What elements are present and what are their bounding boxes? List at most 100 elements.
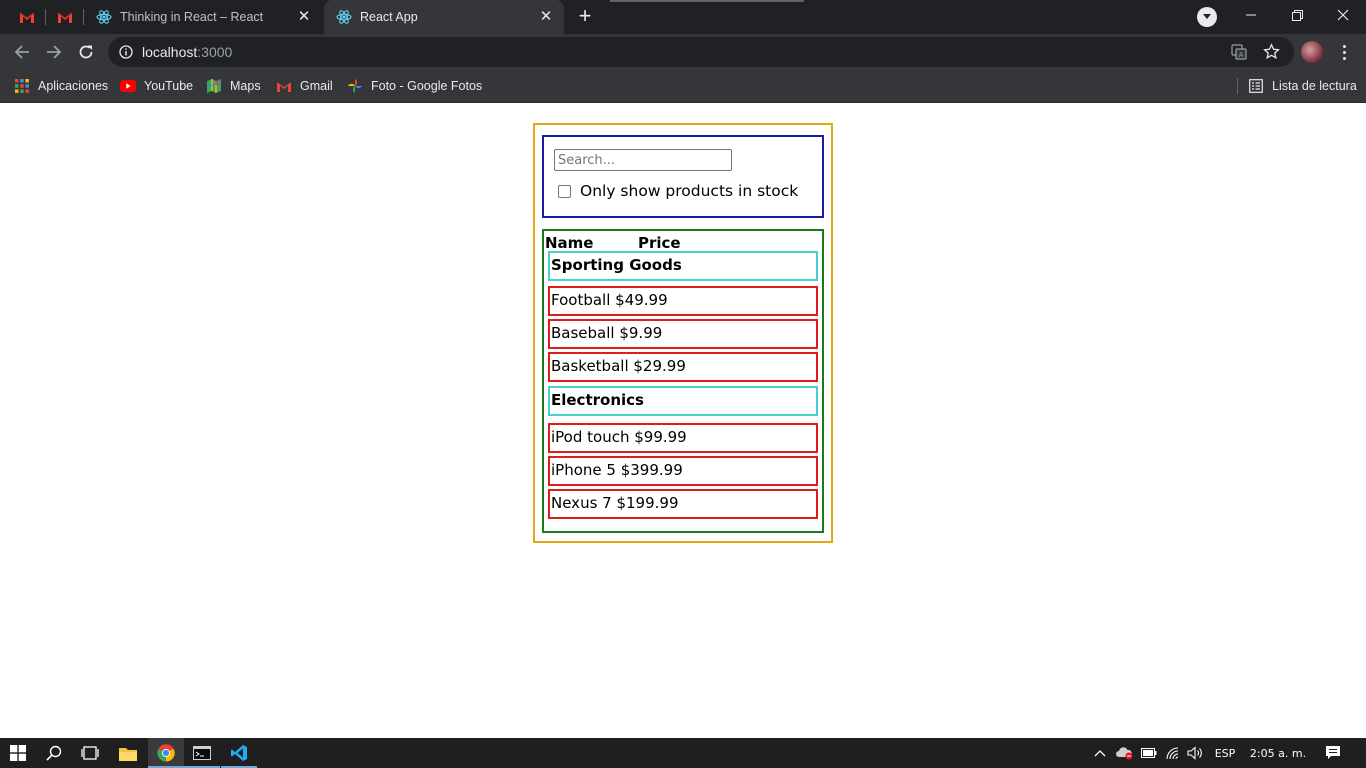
input-language-indicator[interactable]: ESP — [1208, 738, 1242, 768]
google-photos-icon — [347, 78, 363, 94]
react-logo-icon — [336, 10, 352, 24]
wifi-tray-icon[interactable] — [1162, 738, 1184, 768]
minimize-button[interactable] — [1228, 0, 1274, 30]
file-explorer-button[interactable] — [110, 738, 146, 768]
tab-title: Thinking in React – React — [120, 10, 264, 24]
minimize-icon — [1246, 14, 1256, 16]
address-bar[interactable]: localhost:3000 A — [108, 37, 1294, 67]
task-view-button[interactable] — [72, 738, 108, 768]
gmail-icon — [57, 12, 73, 23]
cloud-icon — [1116, 747, 1133, 760]
tab-close-icon[interactable]: ✕ — [538, 9, 554, 25]
product-row: iPod touch $99.99 — [548, 423, 818, 453]
reading-list-button[interactable]: Lista de lectura — [1237, 76, 1357, 96]
bookmark-google-photos[interactable]: Foto - Google Fotos — [347, 76, 482, 96]
tab-title: React App — [360, 10, 418, 24]
search-button[interactable] — [36, 738, 72, 768]
url-host: localhost — [142, 44, 198, 60]
bookmark-maps[interactable]: Maps — [206, 76, 261, 96]
tab-search-button[interactable] — [1197, 7, 1217, 27]
tab-strip-highlight — [610, 0, 804, 2]
windows-taskbar: ESP 2:05 a. m. — [0, 738, 1366, 768]
vscode-taskbar-button[interactable] — [221, 738, 257, 768]
battery-icon — [1141, 748, 1157, 758]
reload-icon — [79, 45, 93, 59]
arrow-left-icon — [14, 45, 29, 59]
restore-button[interactable] — [1274, 0, 1320, 30]
notifications-icon — [1326, 746, 1340, 759]
back-button[interactable] — [10, 40, 34, 64]
wifi-icon — [1166, 747, 1179, 760]
onedrive-tray-icon[interactable] — [1112, 738, 1136, 768]
reading-list-icon — [1249, 79, 1263, 93]
action-center-button[interactable] — [1320, 738, 1346, 768]
show-hidden-icons-button[interactable] — [1090, 738, 1110, 768]
in-stock-label: Only show products in stock — [580, 182, 799, 200]
maps-icon — [206, 78, 222, 94]
bookmark-label: Foto - Google Fotos — [371, 79, 483, 93]
taskbar-clock[interactable]: 2:05 a. m. — [1246, 738, 1310, 768]
url-text: localhost:3000 — [142, 44, 232, 60]
info-icon[interactable] — [119, 45, 133, 59]
browser-tab-strip: Thinking in React – React ✕ React App ✕ … — [0, 0, 1366, 34]
category-row-electronics: Electronics — [548, 386, 818, 416]
arrow-right-icon — [47, 45, 62, 59]
close-icon — [1337, 9, 1349, 21]
bookmark-gmail[interactable]: Gmail — [276, 76, 333, 96]
bookmark-star-icon[interactable] — [1263, 43, 1280, 60]
chevron-down-icon — [1203, 14, 1211, 19]
browser-menu-button[interactable] — [1336, 42, 1352, 62]
tab-pinned-gmail-1[interactable] — [8, 0, 46, 34]
bookmarks-bar: Aplicaciones YouTube Maps Gmail Foto - G… — [0, 70, 1366, 103]
product-row: Basketball $29.99 — [548, 352, 818, 382]
product-row: iPhone 5 $399.99 — [548, 456, 818, 486]
search-input[interactable] — [554, 149, 732, 171]
product-table: Name Price Sporting Goods Football $49.9… — [542, 229, 824, 533]
chrome-icon — [157, 744, 175, 762]
in-stock-checkbox[interactable] — [558, 184, 571, 198]
filterable-product-table: Only show products in stock Name Price S… — [533, 123, 833, 543]
bookmark-label: YouTube — [144, 79, 194, 93]
terminal-icon — [193, 746, 211, 760]
folder-icon — [119, 747, 137, 761]
speaker-icon — [1187, 746, 1202, 760]
svg-text:A: A — [1239, 51, 1244, 59]
forward-button[interactable] — [42, 40, 66, 64]
react-logo-icon — [96, 10, 112, 24]
bookmark-label: Maps — [230, 79, 261, 93]
volume-tray-icon[interactable] — [1184, 738, 1206, 768]
url-port: :3000 — [197, 44, 233, 60]
windows-logo-icon — [10, 745, 26, 761]
reading-list-label: Lista de lectura — [1272, 79, 1357, 93]
terminal-taskbar-button[interactable] — [184, 738, 220, 768]
chrome-taskbar-button[interactable] — [148, 738, 184, 768]
tab-react-app[interactable]: React App ✕ — [324, 0, 564, 34]
gmail-icon — [276, 78, 292, 94]
translate-icon[interactable]: A — [1231, 44, 1247, 60]
category-row-sporting-goods: Sporting Goods — [548, 251, 818, 281]
tab-thinking-in-react[interactable]: Thinking in React – React ✕ — [84, 0, 322, 34]
task-view-icon — [81, 746, 99, 760]
battery-tray-icon[interactable] — [1138, 738, 1160, 768]
youtube-icon — [120, 78, 136, 94]
bookmark-youtube[interactable]: YouTube — [120, 76, 193, 96]
search-icon — [46, 745, 62, 761]
new-tab-button[interactable]: + — [573, 5, 597, 29]
reload-button[interactable] — [74, 40, 98, 64]
tab-close-icon[interactable]: ✕ — [296, 9, 312, 25]
start-button[interactable] — [0, 738, 36, 768]
tab-pinned-gmail-2[interactable] — [46, 0, 84, 34]
search-bar: Only show products in stock — [542, 135, 824, 218]
product-row: Nexus 7 $199.99 — [548, 489, 818, 519]
profile-avatar[interactable] — [1301, 41, 1323, 63]
page-viewport: Only show products in stock Name Price S… — [0, 103, 1366, 738]
column-header-price: Price — [638, 234, 681, 252]
apps-grid-icon — [14, 78, 30, 94]
bookmarks-separator — [1237, 78, 1238, 94]
in-stock-filter[interactable]: Only show products in stock — [558, 182, 798, 200]
product-row: Baseball $9.99 — [548, 319, 818, 349]
browser-toolbar: localhost:3000 A — [0, 34, 1366, 70]
restore-icon — [1291, 9, 1303, 21]
bookmark-aplicaciones[interactable]: Aplicaciones — [14, 76, 108, 96]
close-window-button[interactable] — [1320, 0, 1366, 30]
